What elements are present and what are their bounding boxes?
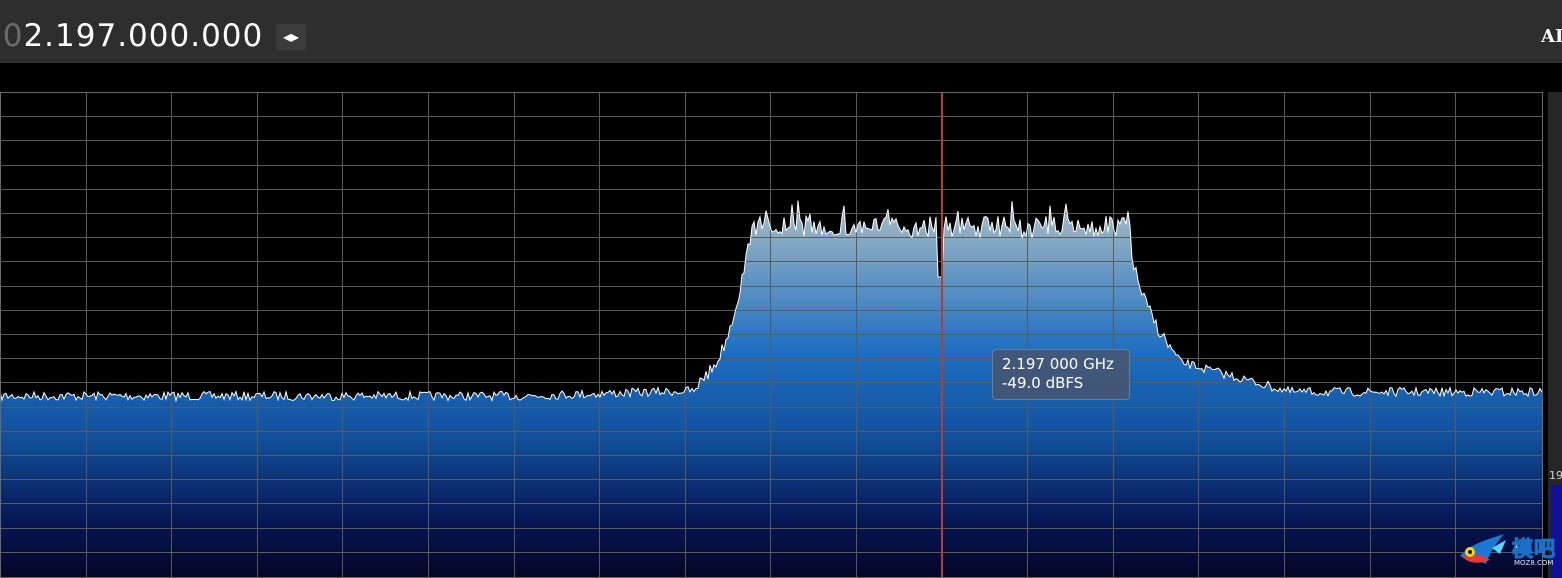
tooltip-frequency: 2.197 000 GHz <box>1002 355 1114 373</box>
frequency-step-button[interactable]: ◂▸ <box>276 24 306 50</box>
top-toolbar: 002.197.000.000 ◂▸ AIR <box>0 0 1562 63</box>
scrollbar-label: 19 <box>1549 469 1562 482</box>
frequency-main-digits[interactable]: 2.197.000.000 <box>23 18 263 54</box>
watermark-subtext: MOZ8.COM <box>1514 559 1554 567</box>
right-mode-label[interactable]: AIR <box>1541 26 1562 47</box>
tooltip-level: -49.0 dBFS <box>1002 374 1084 392</box>
frequency-display[interactable]: 002.197.000.000 <box>0 0 270 63</box>
left-right-arrows-icon: ◂▸ <box>282 27 300 46</box>
frequency-leading-digits[interactable]: 00 <box>0 18 23 54</box>
spectrum-display[interactable] <box>0 92 1543 578</box>
cursor-readout-tooltip: 2.197 000 GHz -49.0 dBFS <box>992 349 1130 400</box>
